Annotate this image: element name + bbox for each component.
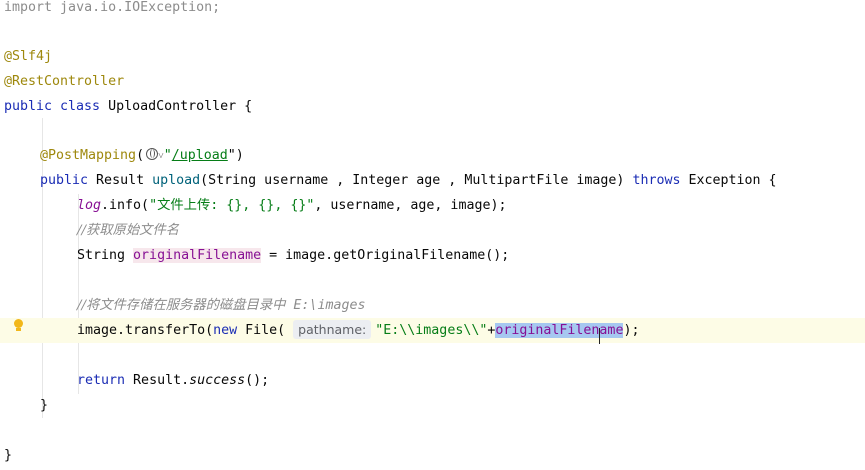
method-name: upload: [152, 173, 201, 188]
comment-path: E:\images: [285, 298, 366, 313]
return-type: Result: [88, 173, 153, 188]
keyword-public-class: public class: [4, 99, 101, 114]
string-quote: ": [163, 148, 172, 163]
keyword-import: import: [4, 0, 53, 15]
comment-text: //获取原始文件名: [77, 223, 180, 238]
code-line-log: log.info("文件上传: {}, {}, {}", username, a…: [77, 193, 506, 218]
file-constructor: File(: [237, 323, 294, 338]
class-name: UploadController {: [100, 99, 253, 114]
keyword-new: new: [213, 323, 238, 338]
code-line-import: import java.io.IOException;: [4, 0, 220, 20]
parameter-hint: pathname:: [293, 320, 372, 339]
path-string: "E:\\images\\": [375, 323, 488, 338]
keyword-throws: throws: [632, 173, 681, 188]
code-line-post-mapping: @PostMapping(˅"/upload"): [40, 143, 244, 168]
variable-original-filename: originalFilename: [133, 248, 262, 263]
code-line-transfer: image.transferTo(new File( pathname: "E:\…: [77, 318, 639, 343]
code-comment-storage: //将文件存储在服务器的磁盘目录中 E:\images: [77, 293, 365, 318]
transfer-call: image.transferTo(: [77, 323, 214, 338]
log-call: .info(: [101, 198, 150, 213]
transfer-close: );: [623, 323, 640, 338]
annotation-postmapping: @PostMapping: [40, 148, 137, 163]
code-line-slf4j: @Slf4j: [4, 49, 53, 64]
method-params: (String username , Integer age , Multipa…: [200, 173, 633, 188]
code-line-close-class: }: [4, 448, 13, 463]
exception-type: Exception {: [680, 173, 777, 188]
code-line-return: return Result.success();: [77, 368, 269, 393]
log-variable: log: [77, 198, 102, 213]
paren-open: (: [136, 148, 145, 163]
return-close: ();: [245, 373, 270, 388]
log-args: , username, age, image);: [314, 198, 507, 213]
return-result: Result.: [125, 373, 190, 388]
code-line-restcontroller: @RestController: [4, 74, 125, 89]
keyword-public: public: [40, 173, 89, 188]
code-line-original-filename: String originalFilename = image.getOrigi…: [77, 243, 509, 268]
log-string: "文件上传: {}, {}, {}": [149, 198, 315, 213]
filename-assignment: = image.getOriginalFilename();: [261, 248, 510, 263]
type-string: String: [77, 248, 134, 263]
string-quote-close: "): [227, 148, 244, 163]
code-line-method-signature: public Result upload(String username , I…: [40, 168, 777, 193]
lightbulb-icon[interactable]: [13, 319, 24, 332]
code-editor[interactable]: import java.io.IOException; @Slf4j @Rest…: [0, 0, 865, 470]
endpoint-path-link[interactable]: /upload: [172, 148, 228, 163]
code-comment-original-filename: //获取原始文件名: [77, 218, 179, 243]
import-path: java.io.IOException;: [52, 0, 221, 15]
code-line-close-method: }: [40, 398, 49, 413]
comment-text: //将文件存储在服务器的磁盘目录中: [77, 298, 286, 313]
text-cursor: [599, 328, 605, 344]
method-success: success: [189, 373, 246, 388]
web-endpoint-icon[interactable]: [146, 148, 159, 160]
keyword-return: return: [77, 373, 126, 388]
code-line-class-declaration: public class UploadController {: [4, 94, 252, 119]
